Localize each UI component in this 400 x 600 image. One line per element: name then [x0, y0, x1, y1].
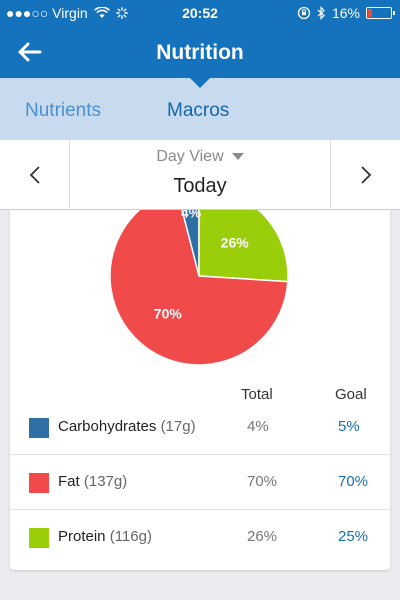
macros-pie-chart: 4% 26% 70%	[109, 210, 289, 366]
macro-goal: 5%	[338, 418, 360, 435]
page-title: Nutrition	[156, 41, 244, 64]
day-view-label: Day View	[156, 148, 224, 165]
macro-row-carbohydrates: Carbohydrates (17g) 4% 5%	[10, 400, 390, 455]
tab-macros[interactable]: Macros	[167, 100, 229, 122]
macro-total: 4%	[247, 418, 269, 435]
status-bar: ●●●○○ Virgin 20:52 16%	[0, 0, 400, 26]
macro-total: 70%	[247, 473, 278, 490]
pie-label-protein: 26%	[221, 234, 250, 250]
macro-name-cell: Fat (137g)	[58, 473, 127, 490]
rotation-lock-icon	[297, 6, 311, 20]
macro-goal: 70%	[338, 473, 369, 490]
battery-icon	[366, 7, 395, 19]
macro-row-fat: Fat (137g) 70% 70%	[10, 455, 390, 510]
protein-swatch	[29, 528, 49, 548]
nav-bar: Nutrition	[0, 26, 400, 78]
caret-down-icon	[231, 153, 244, 161]
macro-name-cell: Carbohydrates (17g)	[58, 418, 196, 435]
macro-row-protein: Protein (116g) 26% 25%	[10, 510, 390, 565]
carbohydrates-swatch	[29, 418, 49, 438]
macro-name: Carbohydrates	[58, 418, 157, 435]
macro-goal: 25%	[338, 528, 369, 545]
nav-pointer	[190, 78, 210, 88]
pie-label-carbohydrates: 4%	[181, 210, 202, 220]
chevron-right-icon	[360, 166, 371, 184]
next-day-button[interactable]	[330, 140, 400, 210]
macro-name: Protein	[58, 528, 106, 545]
macro-grams: (116g)	[109, 528, 152, 545]
tab-nutrients[interactable]: Nutrients	[25, 100, 101, 122]
macros-card: 4% 26% 70% Total Goal Carbohydrates (17g) …	[10, 210, 390, 570]
battery-percent: 16%	[331, 5, 360, 21]
pie-label-fat: 70%	[154, 306, 183, 322]
macro-name-cell: Protein (116g)	[58, 528, 152, 545]
day-selector: Day View Today	[0, 140, 400, 210]
fat-swatch	[29, 473, 49, 493]
macro-grams: (17g)	[160, 418, 196, 435]
bluetooth-icon	[317, 6, 325, 20]
macro-name: Fat	[58, 473, 80, 490]
macro-total: 26%	[247, 528, 278, 545]
macro-grams: (137g)	[83, 473, 128, 490]
